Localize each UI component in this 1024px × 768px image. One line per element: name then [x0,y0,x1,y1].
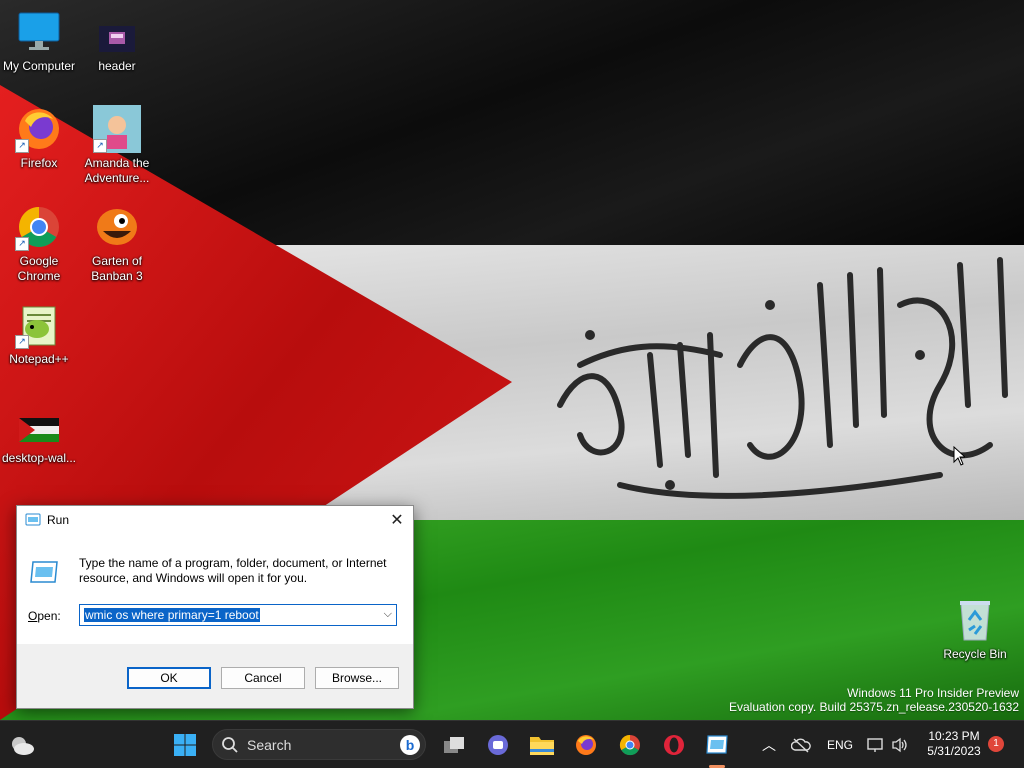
image-file-icon [93,8,141,56]
mouse-cursor-icon [953,446,965,466]
calligraphy-artwork [557,257,1008,499]
chrome-taskbar-button[interactable] [614,729,646,761]
opera-taskbar-button[interactable] [658,729,690,761]
chat-button[interactable] [482,729,514,761]
watermark-line-1: Windows 11 Pro Insider Preview [847,686,1019,700]
clock-time: 10:23 PM [928,729,980,743]
desktop-icon-wallpaper-file[interactable]: desktop-wal... [0,400,78,466]
chevron-up-icon: ︿ [762,737,776,753]
game-icon [93,203,141,251]
firefox-taskbar-button[interactable] [570,729,602,761]
notification-badge[interactable]: 1 [988,736,1004,752]
desktop-icon-amanda[interactable]: ↗ Amanda the Adventure... [78,105,156,186]
opera-icon [664,735,684,755]
browse-button[interactable]: Browse... [315,667,399,689]
start-icon [174,734,196,756]
onedrive-button[interactable] [785,729,817,761]
notepadpp-icon: ↗ [15,301,63,349]
search-icon [222,737,238,753]
desktop-icon-label: Amanda the Adventure... [84,156,150,185]
file-explorer-button[interactable] [526,729,558,761]
svg-text:b: b [406,737,415,753]
game-icon: ↗ [93,105,141,153]
task-view-button[interactable] [438,729,470,761]
volume-button[interactable] [884,729,916,761]
language-indicator[interactable]: ENG [827,738,853,752]
desktop-icon-label: header [98,59,136,73]
open-command-input[interactable]: wmic os where primary=1 reboot [84,608,260,622]
desktop-icon-banban[interactable]: Garten of Banban 3 [78,203,156,284]
run-taskbar-button[interactable] [701,729,733,761]
shortcut-arrow-icon: ↗ [15,335,29,349]
desktop-icon-label: Firefox [20,156,58,170]
evaluation-watermark: Windows 11 Pro Insider Preview Evaluatio… [729,686,1019,714]
desktop-icon-header[interactable]: header [78,8,156,74]
run-dialog-description: Type the name of a program, folder, docu… [79,556,387,585]
run-dialog-title: Run [47,513,70,527]
open-command-combobox[interactable]: wmic os where primary=1 reboot ⌵ [79,604,397,626]
firefox-icon [576,735,596,755]
chevron-down-icon[interactable]: ⌵ [384,608,392,621]
ok-button[interactable]: OK [127,667,211,689]
run-dialog-body: Type the name of a program, folder, docu… [17,534,413,644]
taskbar: Search b ︿ ENG 10:23 PM 5/31/2023 [0,720,1024,768]
run-dialog: Run ✕ Type the name of a program, folder… [16,505,414,709]
desktop-icon-recycle-bin[interactable]: Recycle Bin [936,596,1014,662]
run-icon [30,561,58,583]
watermark-line-2: Evaluation copy. Build 25375.zn_release.… [729,700,1019,714]
show-hidden-icons-button[interactable]: ︿ [753,729,785,761]
start-button[interactable] [169,729,201,761]
cancel-button[interactable]: Cancel [221,667,305,689]
bing-icon[interactable]: b [399,734,421,756]
network-icon [867,738,883,752]
desktop-icon-my-computer[interactable]: My Computer [0,8,78,74]
weather-cloud-icon [12,737,34,755]
open-label: Open: [28,609,61,623]
image-file-icon [15,400,63,448]
file-explorer-icon [530,737,554,755]
desktop-icon-label: Notepad++ [9,352,69,366]
firefox-icon: ↗ [15,105,63,153]
desktop-icon-notepadpp[interactable]: ↗ Notepad++ [0,301,78,367]
desktop-icon-label: desktop-wal... [1,451,77,465]
chrome-icon [619,734,640,756]
desktop-icon-chrome[interactable]: ↗ Google Chrome [0,203,78,284]
shortcut-arrow-icon: ↗ [15,139,29,153]
clock-date: 5/31/2023 [927,744,981,758]
close-icon: ✕ [390,512,404,529]
taskbar-search[interactable]: Search b [212,729,426,760]
run-dialog-titlebar[interactable]: Run ✕ [17,506,413,534]
speaker-icon [892,737,907,753]
desktop-icon-firefox[interactable]: ↗ Firefox [0,105,78,171]
monitor-icon [15,8,63,56]
chat-icon [488,735,508,755]
recycle-bin-icon [951,596,999,644]
run-icon [706,735,728,754]
taskbar-clock[interactable]: 10:23 PM 5/31/2023 [920,729,988,759]
desktop-icon-label: Garten of Banban 3 [91,254,143,283]
shortcut-arrow-icon: ↗ [15,237,29,251]
desktop-icon-label: Recycle Bin [943,647,1007,661]
cloud-offline-icon [791,738,811,753]
search-placeholder: Search [247,737,292,753]
chrome-icon: ↗ [15,203,63,251]
shortcut-arrow-icon: ↗ [93,139,107,153]
close-button[interactable]: ✕ [381,506,413,534]
desktop-icon-label: My Computer [2,59,76,73]
run-icon [25,513,41,526]
widgets-button[interactable] [6,729,38,761]
task-view-icon [444,737,464,753]
desktop-icon-label: Google Chrome [17,254,61,283]
